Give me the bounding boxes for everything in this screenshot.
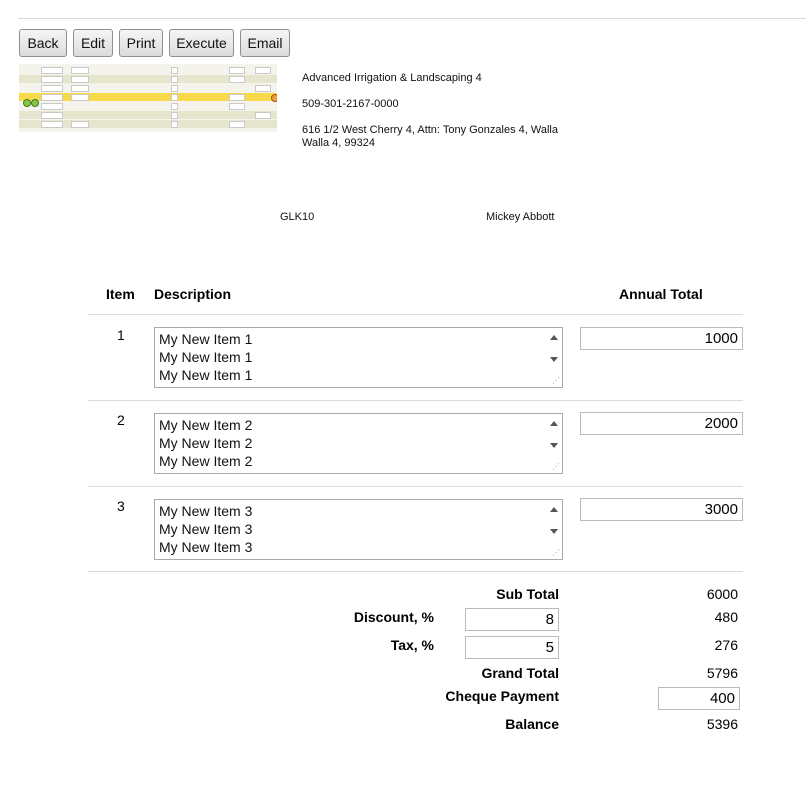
description-line: My New Item 2 xyxy=(159,453,253,469)
column-header-description: Description xyxy=(154,286,232,302)
scroll-up-arrow-icon[interactable] xyxy=(550,507,558,512)
scroll-up-arrow-icon[interactable] xyxy=(550,335,558,340)
account-code: GLK10 xyxy=(280,211,315,223)
company-address: 616 1/2 West Cherry 4, Attn: Tony Gonzal… xyxy=(302,124,558,149)
column-header-annual-total: Annual Total xyxy=(619,286,703,302)
row-divider xyxy=(88,486,743,487)
item-number: 3 xyxy=(117,498,125,514)
resize-grip-icon[interactable]: ⋰ xyxy=(552,549,560,557)
description-line: My New Item 2 xyxy=(159,417,253,433)
description-line: My New Item 1 xyxy=(159,331,253,347)
balance-label: Balance xyxy=(505,716,559,732)
preview-thumbnail-image xyxy=(19,64,277,132)
edit-button[interactable]: Edit xyxy=(73,29,113,57)
back-button[interactable]: Back xyxy=(19,29,67,57)
row-divider xyxy=(88,400,743,401)
annual-total-input[interactable]: 1000 xyxy=(580,327,743,350)
description-line: My New Item 3 xyxy=(159,503,253,519)
discount-percent-input[interactable]: 8 xyxy=(465,608,559,631)
description-line: My New Item 2 xyxy=(159,435,253,451)
row-divider xyxy=(88,314,743,315)
email-button[interactable]: Email xyxy=(240,29,290,57)
scroll-up-arrow-icon[interactable] xyxy=(550,421,558,426)
description-textarea[interactable]: My New Item 2 My New Item 2 My New Item … xyxy=(154,413,563,474)
discount-label: Discount, % xyxy=(353,609,434,625)
description-line: My New Item 1 xyxy=(159,367,253,383)
sub-total-label: Sub Total xyxy=(496,586,559,602)
print-button[interactable]: Print xyxy=(119,29,163,57)
grand-total-label: Grand Total xyxy=(481,665,559,681)
row-divider xyxy=(88,571,743,572)
scroll-down-arrow-icon[interactable] xyxy=(550,357,558,362)
tax-amount: 276 xyxy=(714,637,738,653)
resize-grip-icon[interactable]: ⋰ xyxy=(552,463,560,471)
resize-grip-icon[interactable]: ⋰ xyxy=(552,377,560,385)
company-name: Advanced Irrigation & Landscaping 4 xyxy=(302,72,482,84)
balance-value: 5396 xyxy=(706,716,738,732)
description-textarea[interactable]: My New Item 3 My New Item 3 My New Item … xyxy=(154,499,563,560)
annual-total-input[interactable]: 2000 xyxy=(580,412,743,435)
scroll-down-arrow-icon[interactable] xyxy=(550,443,558,448)
description-textarea[interactable]: My New Item 1 My New Item 1 My New Item … xyxy=(154,327,563,388)
execute-button[interactable]: Execute xyxy=(169,29,234,57)
toolbar: Back Edit Print Execute Email xyxy=(19,29,290,57)
description-line: My New Item 3 xyxy=(159,539,253,555)
tax-label: Tax, % xyxy=(390,637,434,653)
company-phone: 509-301-2167-0000 xyxy=(302,98,399,110)
cheque-payment-input[interactable]: 400 xyxy=(658,687,740,710)
description-line: My New Item 1 xyxy=(159,349,253,365)
cheque-payment-label: Cheque Payment xyxy=(445,688,559,704)
grand-total-value: 5796 xyxy=(706,665,738,681)
annual-total-input[interactable]: 3000 xyxy=(580,498,743,521)
top-divider xyxy=(18,18,806,19)
contact-person: Mickey Abbott xyxy=(486,211,555,223)
tax-percent-input[interactable]: 5 xyxy=(465,636,559,659)
discount-amount: 480 xyxy=(714,609,738,625)
description-line: My New Item 3 xyxy=(159,521,253,537)
column-header-item: Item xyxy=(106,286,135,302)
sub-total-value: 6000 xyxy=(706,586,738,602)
scroll-down-arrow-icon[interactable] xyxy=(550,529,558,534)
item-number: 1 xyxy=(117,327,125,343)
item-number: 2 xyxy=(117,412,125,428)
